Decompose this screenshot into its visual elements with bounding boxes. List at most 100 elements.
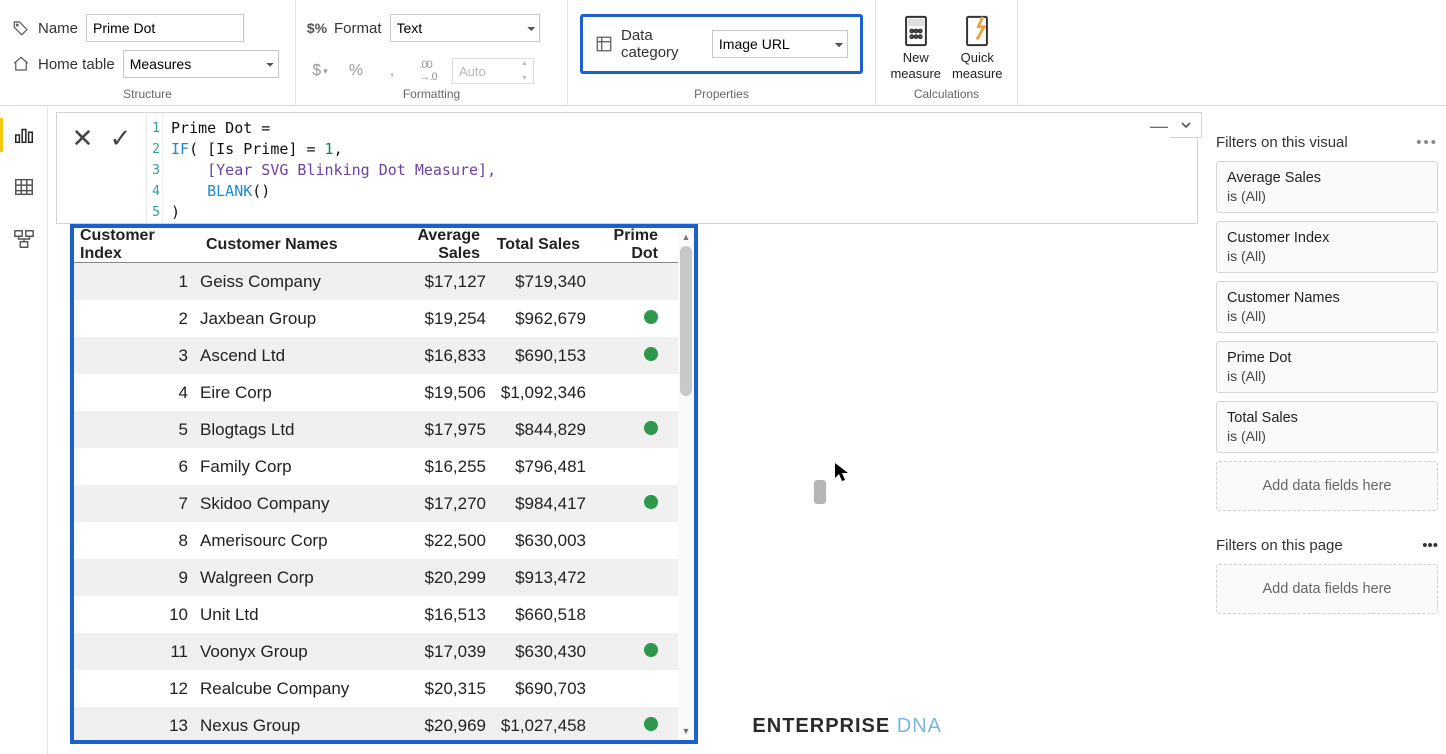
formula-editor[interactable]: Prime Dot = IF( [Is Prime] = 1, [Year SV… [163,113,1197,223]
cell-name: Eire Corp [200,383,380,403]
cell-name: Family Corp [200,457,380,477]
filter-title: Total Sales [1227,410,1427,426]
name-label: Name [38,20,78,37]
table-row[interactable]: 12Realcube Company$20,315$690,703 [74,670,694,707]
ribbon-group-calculations: New measure Quick measure Calculations [876,0,1018,105]
scroll-thumb[interactable] [680,246,692,396]
cell-index: 7 [74,494,200,514]
model-view-button[interactable] [9,226,39,252]
more-icon[interactable]: ••• [1416,134,1438,151]
cell-index: 9 [74,568,200,588]
prime-dot-icon [644,421,658,435]
group-label-calculations: Calculations [888,84,1005,105]
format-label: Format [334,20,382,37]
cell-total: $630,430 [486,642,586,662]
formula-bar[interactable]: ✕ ✓ 12345 Prime Dot = IF( [Is Prime] = 1… [56,112,1198,224]
prime-dot-icon [644,310,658,324]
col-header[interactable]: Total Sales [486,236,586,254]
filter-card[interactable]: Average Salesis (All) [1216,161,1438,213]
visual-outer-scrollbar[interactable] [812,240,828,740]
cell-total: $1,027,458 [486,716,586,736]
view-rail [0,106,48,754]
ribbon: Name Home table Measures Structure $% Fo… [0,0,1446,106]
data-category-highlight: Data category Image URL [580,14,863,74]
group-label-structure: Structure [12,84,283,105]
home-table-select[interactable]: Measures [123,50,279,78]
more-icon[interactable]: ••• [1422,537,1438,554]
table-row[interactable]: 2Jaxbean Group$19,254$962,679 [74,300,694,337]
table-row[interactable]: 1Geiss Company$17,127$719,340 [74,263,694,300]
cell-total: $913,472 [486,568,586,588]
table-row[interactable]: 10Unit Ltd$16,513$660,518 [74,596,694,633]
cell-dot [586,642,678,662]
scroll-up-icon[interactable]: ▲ [678,230,694,244]
formula-minimize-icon[interactable]: — [1150,116,1168,137]
cell-index: 6 [74,457,200,477]
auto-placeholder: Auto [459,64,486,79]
table-header-row: Customer Index Customer Names Average Sa… [74,228,694,263]
table-row[interactable]: 9Walgreen Corp$20,299$913,472 [74,559,694,596]
filter-card[interactable]: Prime Dotis (All) [1216,341,1438,393]
table-row[interactable]: 6Family Corp$16,255$796,481 [74,448,694,485]
cell-avg: $16,833 [380,346,486,366]
cell-total: $630,003 [486,531,586,551]
cell-avg: $17,975 [380,420,486,440]
scroll-down-icon[interactable]: ▼ [678,724,694,738]
home-icon [12,55,30,73]
cell-name: Skidoo Company [200,494,380,514]
cell-avg: $19,254 [380,309,486,329]
filters-visual-header: Filters on this visual [1216,134,1348,151]
scroll-thumb[interactable] [814,480,826,504]
percent-button[interactable]: % [344,59,368,83]
report-view-button[interactable] [9,122,39,148]
name-input[interactable] [86,14,244,42]
table-visual[interactable]: Customer Index Customer Names Average Sa… [70,224,698,744]
add-fields-drop-page[interactable]: Add data fields here [1216,564,1438,614]
cell-dot [586,494,678,514]
filters-pane: Filters on this visual ••• Average Sales… [1208,126,1446,754]
col-header[interactable]: Prime Dot [586,227,678,263]
formula-collapse-button[interactable] [1170,112,1202,138]
data-category-select[interactable]: Image URL [712,30,848,58]
new-measure-button[interactable]: New measure [888,14,944,81]
cell-index: 2 [74,309,200,329]
table-row[interactable]: 13Nexus Group$20,969$1,027,458 [74,707,694,744]
decimal-button[interactable]: .00→.0 [416,59,440,83]
table-scrollbar[interactable]: ▲ ▼ [678,228,694,740]
filters-page-header: Filters on this page [1216,537,1343,554]
cancel-formula-button[interactable]: ✕ [70,125,96,151]
table-row[interactable]: 7Skidoo Company$17,270$984,417 [74,485,694,522]
table-row[interactable]: 5Blogtags Ltd$17,975$844,829 [74,411,694,448]
quick-measure-icon [960,14,994,48]
cell-index: 8 [74,531,200,551]
filter-card[interactable]: Customer Namesis (All) [1216,281,1438,333]
thousands-button[interactable]: , [380,59,404,83]
add-fields-drop-visual[interactable]: Add data fields here [1216,461,1438,511]
cell-avg: $20,299 [380,568,486,588]
cell-total: $690,703 [486,679,586,699]
filter-title: Customer Names [1227,290,1427,306]
tag-icon [12,19,30,37]
cell-avg: $17,270 [380,494,486,514]
cell-name: Blogtags Ltd [200,420,380,440]
col-header[interactable]: Customer Names [200,236,380,254]
decimal-places-input[interactable]: Auto ▲▼ [452,58,534,84]
currency-button[interactable]: $ ▾ [308,59,332,83]
col-header[interactable]: Average Sales [380,227,486,263]
table-row[interactable]: 11Voonyx Group$17,039$630,430 [74,633,694,670]
data-view-button[interactable] [9,174,39,200]
table-row[interactable]: 4Eire Corp$19,506$1,092,346 [74,374,694,411]
table-row[interactable]: 8Amerisourc Corp$22,500$630,003 [74,522,694,559]
new-measure-label: New measure [888,50,944,81]
commit-formula-button[interactable]: ✓ [108,125,134,151]
filter-card[interactable]: Customer Indexis (All) [1216,221,1438,273]
cell-name: Realcube Company [200,679,380,699]
table-row[interactable]: 3Ascend Ltd$16,833$690,153 [74,337,694,374]
group-label-properties: Properties [580,84,863,105]
col-header[interactable]: Customer Index [74,227,200,263]
format-select[interactable]: Text [390,14,540,42]
filter-card[interactable]: Total Salesis (All) [1216,401,1438,453]
cell-name: Geiss Company [200,272,380,292]
quick-measure-button[interactable]: Quick measure [950,14,1006,81]
cell-index: 10 [74,605,200,625]
